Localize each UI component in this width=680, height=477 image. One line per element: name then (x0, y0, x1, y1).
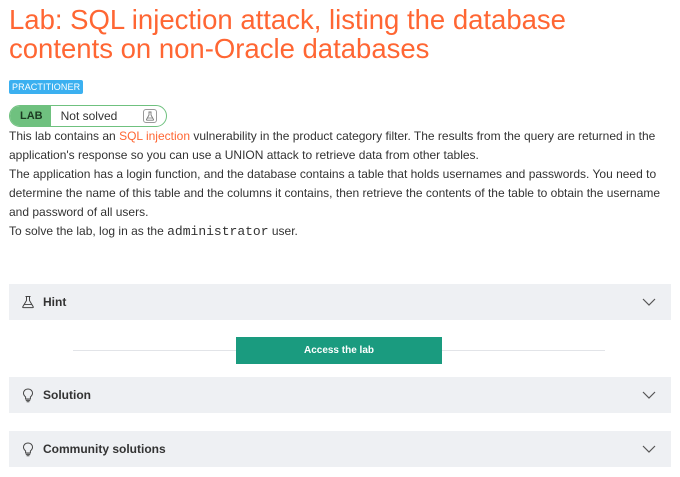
description-paragraph-1: This lab contains an SQL injection vulne… (9, 127, 671, 165)
chevron-down-icon (641, 297, 657, 307)
solution-accordion[interactable]: Solution (9, 377, 671, 413)
lab-status-label: LAB (10, 106, 51, 126)
flask-icon (143, 109, 157, 123)
community-solutions-accordion[interactable]: Community solutions (9, 431, 671, 467)
status-flask-container (140, 106, 160, 126)
lightbulb-icon (21, 441, 35, 457)
lightbulb-icon (21, 387, 35, 403)
lab-status-text: Not solved (60, 109, 118, 123)
description-paragraph-2: The application has a login function, an… (9, 167, 661, 219)
username-code: administrator (167, 224, 269, 239)
flask-icon (21, 294, 35, 310)
description-text: To solve the lab, log in as the (9, 224, 168, 238)
hint-label: Hint (43, 295, 67, 309)
page-title: Lab: SQL injection attack, listing the d… (9, 4, 566, 64)
description-paragraph-3: To solve the lab, log in as the administ… (9, 222, 671, 241)
description-text: This lab contains an (9, 129, 120, 143)
community-solutions-label: Community solutions (43, 442, 166, 456)
solution-label: Solution (43, 388, 91, 402)
lab-page: Lab: SQL injection attack, listing the d… (9, 0, 671, 241)
access-lab-button[interactable]: Access the lab (236, 337, 442, 364)
chevron-down-icon (641, 390, 657, 400)
sql-injection-link[interactable]: SQL injection (119, 129, 190, 143)
level-badge: PRACTITIONER (9, 80, 84, 94)
chevron-down-icon (641, 444, 657, 454)
description-text: user. (268, 224, 298, 238)
lab-status-widget: LAB Not solved (9, 105, 167, 127)
hint-accordion[interactable]: Hint (9, 284, 671, 320)
